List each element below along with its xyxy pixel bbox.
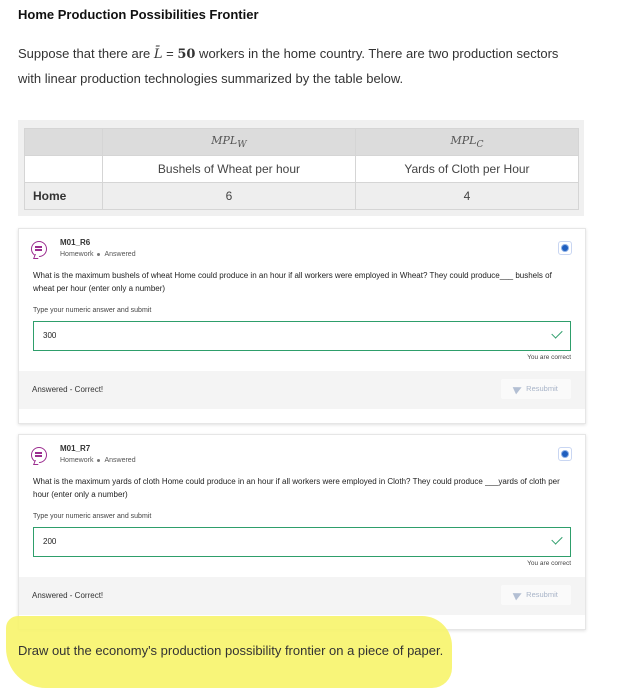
header-mpl-cloth: MPLC xyxy=(354,128,580,156)
intro-text-before: Suppose that there are xyxy=(18,46,154,61)
question-list-icon xyxy=(31,447,47,463)
question-text: What is the maximum yards of cloth Home … xyxy=(33,477,560,499)
units-blank-cell xyxy=(24,155,103,183)
check-icon xyxy=(551,533,563,545)
question-options-icon[interactable] xyxy=(558,447,572,461)
question-meta: Homework Answered xyxy=(60,251,136,258)
question-state: Answered xyxy=(104,251,136,258)
separator-dot-icon xyxy=(97,458,101,462)
question-state: Answered xyxy=(104,457,136,464)
numeric-answer-input[interactable]: 200 xyxy=(33,527,571,557)
question-type: Homework xyxy=(60,251,94,258)
intro-paragraph: Suppose that there are L̄ = 50 workers i… xyxy=(18,42,578,91)
units-wheat: Bushels of Wheat per hour xyxy=(102,155,356,183)
value-cloth: 4 xyxy=(354,182,580,210)
separator-dot-icon xyxy=(97,252,101,256)
answer-instruction: Type your numeric answer and submit xyxy=(33,513,152,520)
labor-variable: L̄ xyxy=(153,47,163,62)
table-units-row: Bushels of Wheat per hour Yards of Cloth… xyxy=(24,155,580,183)
table-corner-cell xyxy=(24,128,103,156)
table-row: Home 6 4 xyxy=(24,182,580,210)
question-card-m01-r7: M01_R7 Homework Answered What is the maxi… xyxy=(18,434,586,630)
question-text: What is the maximum bushels of wheat Hom… xyxy=(33,271,552,293)
final-instruction: Draw out the economy's production possib… xyxy=(18,643,444,658)
answer-value: 300 xyxy=(43,331,57,340)
production-table-container: MPLW MPLC Bushels of Wheat per hour Yard… xyxy=(18,120,584,216)
answer-instruction: Type your numeric answer and submit xyxy=(33,307,152,314)
correct-note: You are correct xyxy=(527,354,571,361)
question-list-icon xyxy=(31,241,47,257)
row-label-home: Home xyxy=(24,182,103,210)
equals-sign: = xyxy=(162,46,178,61)
resubmit-button[interactable]: Resubmit xyxy=(501,379,571,399)
send-icon xyxy=(512,383,524,395)
question-id: M01_R6 xyxy=(60,238,91,247)
question-id: M01_R7 xyxy=(60,444,91,453)
question-header: M01_R7 Homework Answered xyxy=(19,435,585,471)
status-text: Answered - Correct! xyxy=(32,385,104,394)
question-card-m01-r6: M01_R6 Homework Answered What is the maxi… xyxy=(18,228,586,424)
question-footer: Answered - Correct! Resubmit xyxy=(19,371,585,409)
question-options-icon[interactable] xyxy=(558,241,572,255)
units-cloth: Yards of Cloth per Hour xyxy=(354,155,580,183)
correct-note: You are correct xyxy=(527,560,571,567)
value-wheat: 6 xyxy=(102,182,356,210)
resubmit-button[interactable]: Resubmit xyxy=(501,585,571,605)
question-header: M01_R6 Homework Answered xyxy=(19,229,585,265)
header-mpl-wheat: MPLW xyxy=(102,128,356,156)
question-footer: Answered - Correct! Resubmit xyxy=(19,577,585,615)
table-header-row: MPLW MPLC xyxy=(24,128,580,156)
question-meta: Homework Answered xyxy=(60,457,136,464)
page-title: Home Production Possibilities Frontier xyxy=(18,7,259,22)
question-type: Homework xyxy=(60,457,94,464)
production-table: MPLW MPLC Bushels of Wheat per hour Yard… xyxy=(24,128,580,210)
status-text: Answered - Correct! xyxy=(32,591,104,600)
numeric-answer-input[interactable]: 300 xyxy=(33,321,571,351)
answer-value: 200 xyxy=(43,537,57,546)
labor-value: 50 xyxy=(177,47,196,62)
send-icon xyxy=(512,589,524,601)
check-icon xyxy=(551,327,563,339)
